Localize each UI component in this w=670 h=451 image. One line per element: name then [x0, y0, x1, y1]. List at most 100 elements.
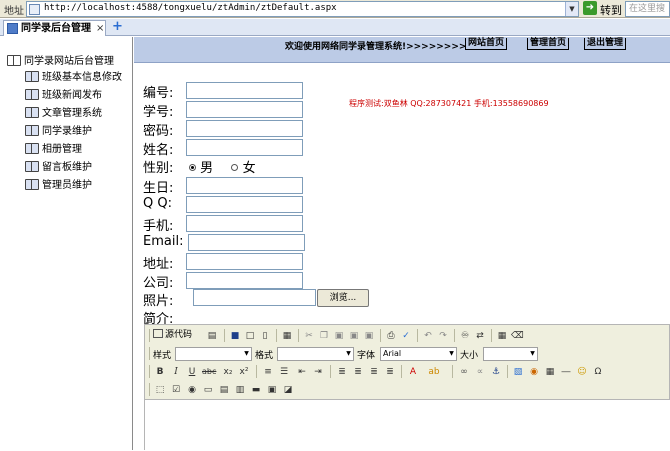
ordered-list-icon[interactable]: ≡	[261, 364, 275, 378]
paste-text-icon[interactable]: ▣	[347, 328, 361, 342]
search-input[interactable]: 在这里搜	[625, 1, 670, 17]
student-no-input[interactable]	[186, 101, 303, 118]
undo-icon[interactable]: ↶	[421, 328, 435, 342]
replace-icon[interactable]: ⇄	[473, 328, 487, 342]
style-select[interactable]: ▼	[175, 347, 252, 361]
male-radio[interactable]	[189, 164, 196, 171]
address-input[interactable]	[186, 253, 303, 270]
id-input[interactable]	[186, 82, 303, 99]
sidebar-item-label[interactable]: 文章管理系统	[42, 108, 102, 119]
male-label[interactable]: 男	[200, 161, 213, 176]
textfield-icon[interactable]: ▭	[201, 382, 215, 396]
female-label[interactable]: 女	[243, 161, 256, 176]
anchor-icon[interactable]: ⚓	[489, 364, 503, 378]
company-input[interactable]	[186, 272, 303, 289]
image-button-icon[interactable]: ▣	[265, 382, 279, 396]
unlink-icon[interactable]: ∝	[473, 364, 487, 378]
cut-icon[interactable]: ✂	[302, 328, 316, 342]
sidebar-item-label[interactable]: 留言板维护	[42, 162, 92, 173]
url-dropdown-icon[interactable]: ▼	[565, 2, 578, 16]
source-label[interactable]: 源代码	[165, 330, 192, 340]
editor-content-area[interactable]	[145, 399, 670, 451]
sidebar-item-class-info[interactable]: 班级基本信息修改	[25, 68, 122, 83]
superscript-icon[interactable]: x²	[237, 364, 251, 378]
flash-icon[interactable]: ◉	[527, 364, 541, 378]
sidebar-item-label[interactable]: 管理员维护	[42, 180, 92, 191]
textarea-icon[interactable]: ▤	[217, 382, 231, 396]
url-input[interactable]: http://localhost:4588/tongxuelu/ztAdmin/…	[26, 1, 579, 17]
redo-icon[interactable]: ↷	[436, 328, 450, 342]
sidebar-item-albums[interactable]: 相册管理	[25, 140, 82, 155]
logout-link[interactable]: 退出管理	[584, 38, 627, 50]
tab-admin[interactable]: 同学录后台管理 ×	[3, 20, 106, 36]
align-justify-icon[interactable]: ≣	[383, 364, 397, 378]
sidebar-item-label[interactable]: 同学录维护	[42, 126, 92, 137]
name-input[interactable]	[186, 139, 303, 156]
sidebar-item-label[interactable]: 班级基本信息修改	[42, 72, 122, 83]
password-input[interactable]	[186, 120, 303, 137]
mobile-input[interactable]	[186, 215, 303, 232]
admin-home-link[interactable]: 管理首页	[527, 38, 570, 50]
spellcheck-icon[interactable]: ✓	[399, 328, 413, 342]
site-home-link[interactable]: 网站首页	[465, 38, 508, 50]
align-left-icon[interactable]: ≣	[335, 364, 349, 378]
horizontal-rule-icon[interactable]: ―	[559, 364, 573, 378]
browse-button[interactable]: 浏览...	[317, 289, 369, 307]
button-field-icon[interactable]: ▬	[249, 382, 263, 396]
tab-title[interactable]: 同学录后台管理	[21, 21, 91, 36]
new-tab-icon[interactable]: +	[112, 20, 124, 33]
find-icon[interactable]: ♾	[458, 328, 472, 342]
qq-input[interactable]	[186, 196, 303, 213]
font-select[interactable]: Arial ▼	[380, 347, 457, 361]
tree-root[interactable]: 同学录网站后台管理	[7, 52, 114, 67]
format-select[interactable]: ▼	[277, 347, 354, 361]
align-right-icon[interactable]: ≣	[367, 364, 381, 378]
sidebar-item-admins[interactable]: 管理员维护	[25, 176, 92, 191]
email-input[interactable]	[188, 234, 305, 251]
sidebar-item-label[interactable]: 相册管理	[42, 144, 82, 155]
outdent-icon[interactable]: ⇤	[295, 364, 309, 378]
paste-icon[interactable]: ▣	[332, 328, 346, 342]
bold-button[interactable]: B	[153, 364, 167, 378]
sidebar-item-classmates[interactable]: 同学录维护	[25, 122, 92, 137]
unordered-list-icon[interactable]: ☰	[277, 364, 291, 378]
save-icon[interactable]: ■	[228, 328, 242, 342]
align-center-icon[interactable]: ≣	[351, 364, 365, 378]
new-page-icon[interactable]: □	[243, 328, 257, 342]
indent-icon[interactable]: ⇥	[311, 364, 325, 378]
select-all-icon[interactable]: ▦	[495, 328, 509, 342]
print-icon[interactable]: ⎙	[384, 328, 398, 342]
checkbox-icon[interactable]: ☑	[169, 382, 183, 396]
special-char-icon[interactable]: Ω	[591, 364, 605, 378]
select-field-icon[interactable]: ▥	[233, 382, 247, 396]
templates-icon[interactable]: ▦	[280, 328, 294, 342]
italic-button[interactable]: I	[169, 364, 183, 378]
tab-close-icon[interactable]: ×	[96, 21, 104, 36]
birthday-input[interactable]	[186, 177, 303, 194]
image-icon[interactable]: ▧	[511, 364, 525, 378]
form-icon[interactable]: ⬚	[153, 382, 167, 396]
source-button[interactable]: 源代码	[153, 328, 192, 342]
go-arrow-icon[interactable]: ➜	[583, 1, 597, 15]
sidebar-item-class-news[interactable]: 班级新闻发布	[25, 86, 102, 101]
link-icon[interactable]: ∞	[457, 364, 471, 378]
female-radio[interactable]	[231, 164, 239, 171]
subscript-icon[interactable]: x₂	[221, 364, 235, 378]
remove-format-icon[interactable]: ⌫	[510, 328, 524, 342]
sidebar-item-label[interactable]: 班级新闻发布	[42, 90, 102, 101]
photo-file-input[interactable]	[193, 289, 316, 306]
background-color-icon[interactable]: ab	[427, 364, 441, 378]
radio-icon[interactable]: ◉	[185, 382, 199, 396]
strikethrough-button[interactable]: abc	[201, 364, 216, 378]
hidden-field-icon[interactable]: ◪	[281, 382, 295, 396]
size-select[interactable]: ▼	[483, 347, 538, 361]
sidebar-item-articles[interactable]: 文章管理系统	[25, 104, 102, 119]
table-icon[interactable]: ▦	[543, 364, 557, 378]
text-color-icon[interactable]: A	[406, 364, 420, 378]
preview-doc-icon[interactable]: ▯	[258, 328, 272, 342]
go-button[interactable]: 转到	[600, 2, 622, 18]
sidebar-item-guestbook[interactable]: 留言板维护	[25, 158, 92, 173]
copy-icon[interactable]: ❐	[317, 328, 331, 342]
underline-button[interactable]: U	[185, 364, 199, 378]
paste-word-icon[interactable]: ▣	[362, 328, 376, 342]
